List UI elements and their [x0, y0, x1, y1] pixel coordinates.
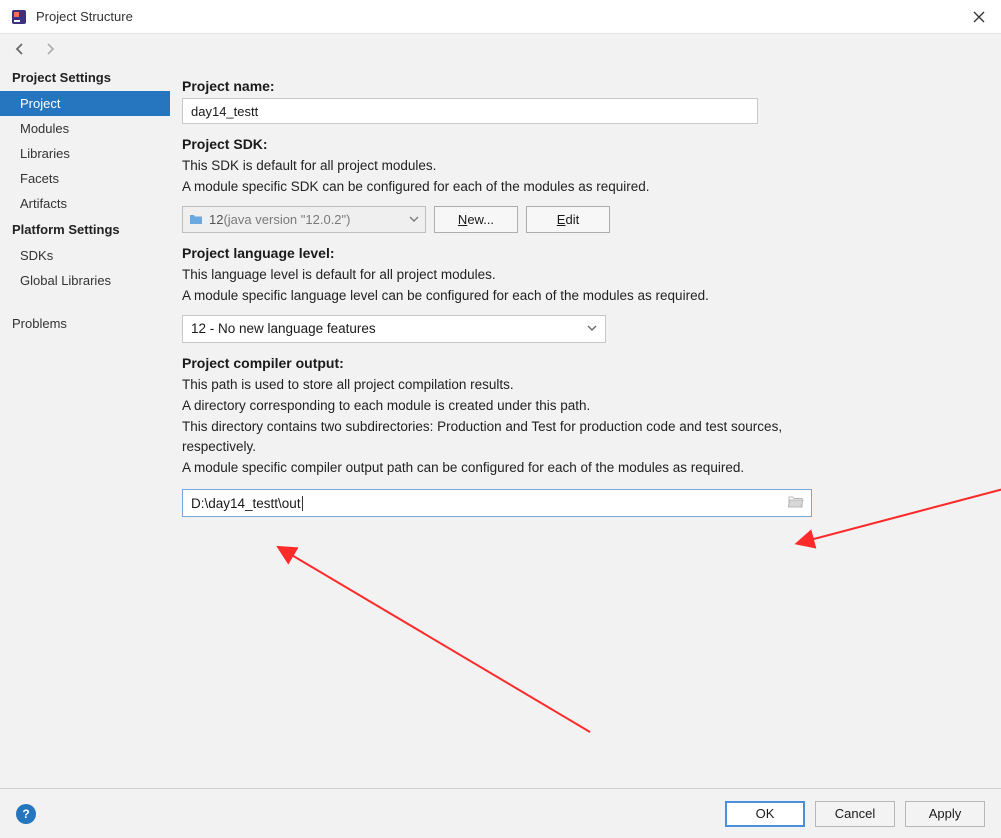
sdk-desc-2: A module specific SDK can be configured …	[182, 177, 979, 198]
new-btn-rest: ew...	[467, 212, 494, 227]
chevron-down-icon	[587, 321, 597, 336]
language-level-combobox[interactable]: 12 - No new language features	[182, 315, 606, 343]
sidebar: Project Settings Project Modules Librari…	[0, 62, 170, 788]
compiler-output-value: D:\day14_testt\out	[191, 496, 301, 511]
folder-icon	[189, 213, 203, 225]
sidebar-item-artifacts[interactable]: Artifacts	[0, 191, 170, 216]
output-desc-4: A module specific compiler output path c…	[182, 458, 822, 479]
project-structure-dialog: Project Structure Project Settings Proje…	[0, 0, 1001, 838]
language-level-value: 12 - No new language features	[191, 321, 376, 336]
apply-button[interactable]: Apply	[905, 801, 985, 827]
sidebar-item-problems[interactable]: Problems	[0, 311, 170, 336]
browse-output-button[interactable]	[781, 490, 811, 516]
titlebar: Project Structure	[0, 0, 1001, 34]
sdk-combo-suffix: (java version "12.0.2")	[223, 212, 350, 227]
help-button[interactable]: ?	[16, 804, 36, 824]
lang-desc-1: This language level is default for all p…	[182, 265, 979, 286]
close-button[interactable]	[965, 3, 993, 31]
compiler-output-label: Project compiler output:	[182, 355, 979, 371]
sidebar-item-global-libraries[interactable]: Global Libraries	[0, 268, 170, 293]
edit-btn-rest: dit	[565, 212, 579, 227]
sidebar-section-platform-settings: Platform Settings	[0, 216, 170, 243]
sidebar-section-project-settings: Project Settings	[0, 64, 170, 91]
compiler-output-input[interactable]: D:\day14_testt\out	[183, 490, 781, 516]
output-desc-3: This directory contains two subdirectori…	[182, 417, 822, 459]
folder-open-icon	[788, 495, 804, 511]
sdk-combobox[interactable]: 12 (java version "12.0.2")	[182, 206, 426, 233]
output-desc-2: A directory corresponding to each module…	[182, 396, 979, 417]
project-name-input[interactable]: day14_testt	[182, 98, 758, 124]
dialog-footer: ? OK Cancel Apply	[0, 788, 1001, 838]
sdk-combo-prefix: 12	[209, 212, 223, 227]
lang-desc-2: A module specific language level can be …	[182, 286, 979, 307]
sidebar-item-libraries[interactable]: Libraries	[0, 141, 170, 166]
language-level-label: Project language level:	[182, 245, 979, 261]
dialog-body: Project Settings Project Modules Librari…	[0, 62, 1001, 788]
text-cursor	[302, 496, 303, 511]
back-button[interactable]	[10, 39, 30, 59]
app-icon	[10, 8, 28, 26]
sidebar-item-project[interactable]: Project	[0, 91, 170, 116]
forward-button[interactable]	[40, 39, 60, 59]
annotation-arrow-left	[270, 542, 610, 742]
new-sdk-button[interactable]: New...	[434, 206, 518, 233]
window-title: Project Structure	[36, 9, 965, 24]
content-panel: Project name: day14_testt Project SDK: T…	[170, 62, 1001, 788]
sdk-desc-1: This SDK is default for all project modu…	[182, 156, 979, 177]
sidebar-item-sdks[interactable]: SDKs	[0, 243, 170, 268]
sidebar-item-modules[interactable]: Modules	[0, 116, 170, 141]
annotation-arrow-right	[780, 472, 1001, 552]
project-sdk-label: Project SDK:	[182, 136, 979, 152]
nav-toolbar	[0, 34, 1001, 62]
project-name-label: Project name:	[182, 78, 979, 94]
cancel-button[interactable]: Cancel	[815, 801, 895, 827]
chevron-down-icon	[409, 212, 419, 227]
project-name-value: day14_testt	[191, 104, 258, 119]
ok-button[interactable]: OK	[725, 801, 805, 827]
output-desc-1: This path is used to store all project c…	[182, 375, 979, 396]
sidebar-item-facets[interactable]: Facets	[0, 166, 170, 191]
edit-sdk-button[interactable]: Edit	[526, 206, 610, 233]
